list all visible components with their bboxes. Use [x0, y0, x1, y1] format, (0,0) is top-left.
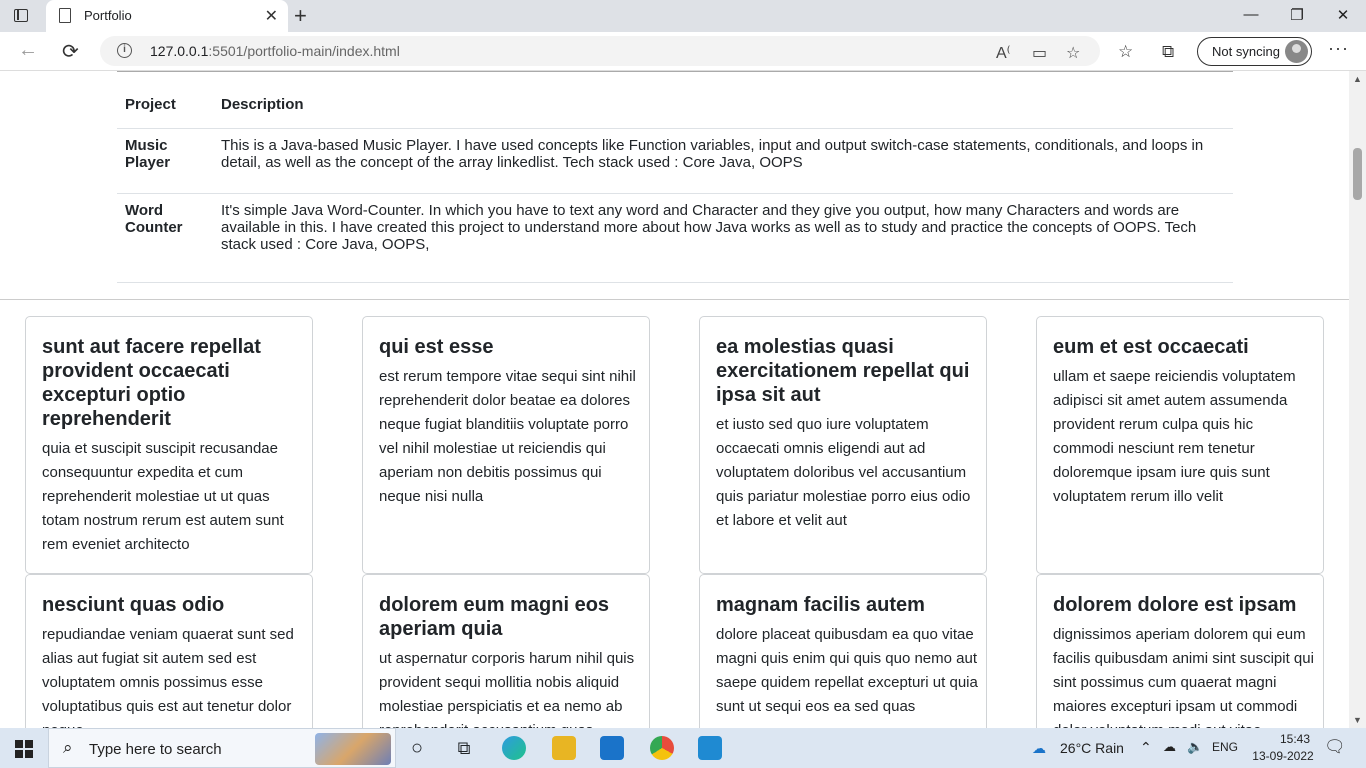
scroll-down-icon[interactable]: ▼: [1353, 715, 1362, 725]
column-header-description: Description: [221, 96, 304, 113]
post-card: dolorem dolore est ipsam dignissimos ape…: [1036, 574, 1324, 728]
site-info-icon[interactable]: i: [117, 43, 132, 58]
card-body: est rerum tempore vitae sequi sint nihil…: [379, 368, 636, 505]
tab-bar: Portfolio ✕ + — ❐ ✕: [0, 0, 1366, 32]
table-header-row: Project Description: [117, 71, 1233, 129]
network-icon[interactable]: ☁: [1163, 739, 1176, 755]
collections-icon[interactable]: ⧉: [1162, 42, 1174, 62]
weather-text[interactable]: 26°C Rain: [1060, 740, 1124, 756]
minimize-button[interactable]: —: [1228, 6, 1274, 23]
post-card: nesciunt quas odio repudiandae veniam qu…: [25, 574, 313, 728]
vscode-icon[interactable]: [698, 736, 722, 760]
post-card: eum et est occaecati ullam et saepe reic…: [1036, 316, 1324, 574]
windows-start-icon[interactable]: [15, 740, 33, 758]
url-text[interactable]: 127.0.0.1:5501/portfolio-main/index.html: [150, 43, 400, 59]
post-card: ea molestias quasi exercitationem repell…: [699, 316, 987, 574]
chrome-icon[interactable]: [650, 736, 674, 760]
post-card: dolorem eum magni eos aperiam quia ut as…: [362, 574, 650, 728]
chevron-up-icon[interactable]: ⌃: [1140, 739, 1152, 756]
card-title: magnam facilis autem: [716, 594, 925, 616]
vertical-scrollbar[interactable]: ▲ ▼: [1349, 71, 1366, 728]
scrollbar-thumb[interactable]: [1353, 148, 1362, 200]
scroll-up-icon[interactable]: ▲: [1353, 74, 1362, 84]
address-bar[interactable]: i 127.0.0.1:5501/portfolio-main/index.ht…: [100, 36, 1100, 66]
post-card: qui est esse est rerum tempore vitae seq…: [362, 316, 650, 574]
refresh-button[interactable]: ⟳: [62, 39, 79, 64]
card-body: quia et suscipit suscipit recusandae con…: [42, 440, 284, 553]
card-title: nesciunt quas odio: [42, 594, 225, 616]
card-title: ea molestias quasi exercitationem repell…: [716, 336, 970, 406]
back-button[interactable]: ←: [18, 39, 38, 62]
post-card: sunt aut facere repellat provident occae…: [25, 316, 313, 574]
weather-icon[interactable]: ☁: [1032, 740, 1046, 757]
new-tab-button[interactable]: +: [294, 3, 307, 29]
page-icon: [59, 8, 71, 23]
clock-time[interactable]: 15:43: [1265, 732, 1325, 746]
avatar: [1285, 40, 1308, 63]
post-card: magnam facilis autem dolore placeat quib…: [699, 574, 987, 728]
card-title: qui est esse: [379, 336, 494, 358]
project-name: Word Counter: [125, 202, 183, 236]
search-icon: ⌕: [63, 738, 73, 757]
clock-date[interactable]: 13-09-2022: [1248, 749, 1318, 763]
card-title: dolorem eum magni eos aperiam quia: [379, 594, 610, 640]
volume-icon[interactable]: 🔈: [1187, 739, 1203, 755]
tab-portfolio[interactable]: Portfolio ✕: [46, 0, 288, 32]
table-row: Music Player This is a Java-based Music …: [117, 129, 1233, 194]
task-view-icon[interactable]: ⧉: [452, 736, 476, 760]
table-row: Word Counter It's simple Java Word-Count…: [117, 194, 1233, 283]
card-title: eum et est occaecati: [1053, 336, 1249, 358]
add-favorite-icon[interactable]: ☆: [1066, 43, 1080, 63]
taskbar-search[interactable]: ⌕ Type here to search: [48, 728, 396, 768]
edge-icon[interactable]: [502, 736, 526, 760]
card-body: ut aspernatur corporis harum nihil quis …: [379, 650, 635, 728]
page-viewport: Project Description Music Player This is…: [0, 71, 1349, 728]
project-description: This is a Java-based Music Player. I hav…: [221, 137, 1204, 171]
tab-actions-icon[interactable]: [14, 9, 28, 22]
address-toolbar: ← ⟳ i 127.0.0.1:5501/portfolio-main/inde…: [0, 32, 1366, 71]
section-divider: [0, 299, 1349, 300]
restore-button[interactable]: ❐: [1274, 6, 1320, 24]
language-indicator[interactable]: ENG: [1212, 740, 1238, 754]
taskbar: ⌕ Type here to search ○ ⧉ ☁ 26°C Rain ⌃ …: [0, 728, 1366, 768]
sync-label: Not syncing: [1212, 44, 1280, 59]
tab-title: Portfolio: [84, 8, 132, 23]
project-description: It's simple Java Word-Counter. In which …: [221, 202, 1197, 253]
card-title: dolorem dolore est ipsam: [1053, 594, 1297, 616]
immersive-reader-icon[interactable]: ▭: [1032, 43, 1047, 63]
search-placeholder: Type here to search: [89, 741, 222, 758]
card-body: dignissimos aperiam dolorem qui eum faci…: [1053, 626, 1314, 728]
notifications-icon[interactable]: 🗨: [1324, 737, 1346, 757]
card-title: sunt aut facere repellat provident occae…: [42, 336, 261, 430]
more-menu-icon[interactable]: ···: [1328, 38, 1349, 59]
card-body: et iusto sed quo iure voluptatem occaeca…: [716, 416, 971, 529]
close-window-button[interactable]: ✕: [1320, 6, 1366, 24]
card-body: ullam et saepe reiciendis voluptatem adi…: [1053, 368, 1296, 505]
profile-sync-button[interactable]: Not syncing: [1197, 37, 1312, 66]
read-aloud-icon[interactable]: A⁽: [996, 43, 1011, 63]
card-body: dolore placeat quibusdam ea quo vitae ma…: [716, 626, 978, 715]
mail-icon[interactable]: [600, 736, 624, 760]
column-header-project: Project: [125, 96, 176, 113]
search-highlight-image: [315, 733, 391, 765]
file-explorer-icon[interactable]: [552, 736, 576, 760]
favorites-icon[interactable]: ☆: [1118, 42, 1133, 62]
close-tab-icon[interactable]: ✕: [265, 6, 278, 26]
card-body: repudiandae veniam quaerat sunt sed alia…: [42, 626, 294, 728]
project-name: Music Player: [125, 137, 171, 171]
cortana-icon[interactable]: ○: [405, 736, 429, 760]
